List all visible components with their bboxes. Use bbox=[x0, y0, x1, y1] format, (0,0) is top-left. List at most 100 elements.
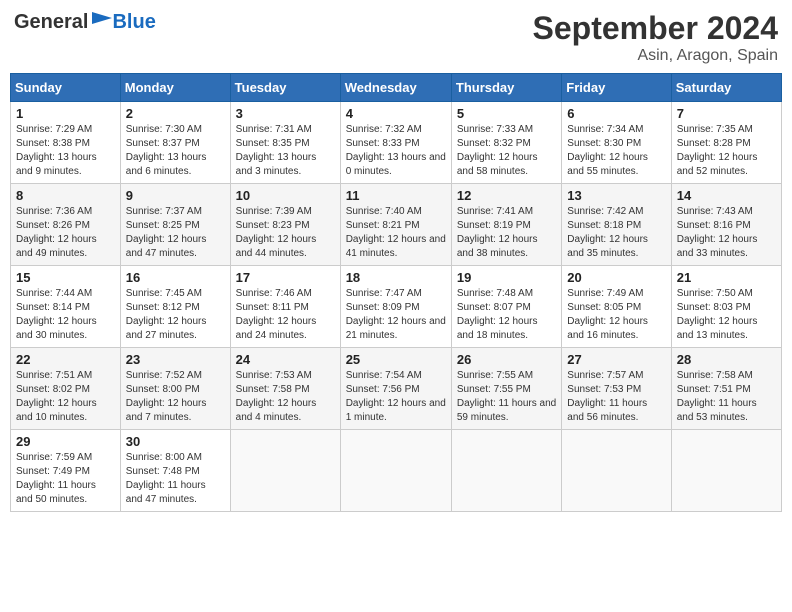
day-info: Sunrise: 7:43 AMSunset: 8:16 PMDaylight:… bbox=[677, 205, 776, 261]
day-number: 20 bbox=[567, 270, 665, 285]
month-year-title: September 2024 bbox=[533, 10, 778, 47]
day-header-tuesday: Tuesday bbox=[230, 74, 340, 102]
day-number: 18 bbox=[346, 270, 446, 285]
day-info: Sunrise: 7:30 AMSunset: 8:37 PMDaylight:… bbox=[126, 123, 225, 179]
day-info: Sunrise: 7:33 AMSunset: 8:32 PMDaylight:… bbox=[457, 123, 556, 179]
day-header-sunday: Sunday bbox=[11, 74, 121, 102]
day-info: Sunrise: 7:35 AMSunset: 8:28 PMDaylight:… bbox=[677, 123, 776, 179]
logo: General Blue bbox=[14, 10, 156, 34]
day-info: Sunrise: 7:40 AMSunset: 8:21 PMDaylight:… bbox=[346, 205, 446, 261]
calendar-cell bbox=[340, 430, 451, 512]
calendar-cell: 7 Sunrise: 7:35 AMSunset: 8:28 PMDaylight… bbox=[671, 102, 781, 184]
day-info: Sunrise: 7:39 AMSunset: 8:23 PMDaylight:… bbox=[236, 205, 335, 261]
logo-blue-text: Blue bbox=[112, 11, 155, 34]
calendar-cell: 19 Sunrise: 7:48 AMSunset: 8:07 PMDayligh… bbox=[451, 266, 561, 348]
calendar-cell: 4 Sunrise: 7:32 AMSunset: 8:33 PMDaylight… bbox=[340, 102, 451, 184]
logo-flag-icon bbox=[90, 10, 112, 28]
calendar-cell: 17 Sunrise: 7:46 AMSunset: 8:11 PMDayligh… bbox=[230, 266, 340, 348]
day-number: 12 bbox=[457, 188, 556, 203]
calendar-cell bbox=[671, 430, 781, 512]
calendar-cell: 20Sunrise: 7:49 AMSunset: 8:05 PMDayligh… bbox=[562, 266, 671, 348]
day-number: 28 bbox=[677, 352, 776, 367]
calendar-cell: 9 Sunrise: 7:37 AMSunset: 8:25 PMDaylight… bbox=[120, 184, 230, 266]
calendar-cell: 10Sunrise: 7:39 AMSunset: 8:23 PMDayligh… bbox=[230, 184, 340, 266]
day-info: Sunrise: 7:45 AMSunset: 8:12 PMDaylight:… bbox=[126, 287, 225, 343]
day-info: Sunrise: 7:31 AMSunset: 8:35 PMDaylight:… bbox=[236, 123, 335, 179]
day-number: 21 bbox=[677, 270, 776, 285]
calendar-header-row: SundayMondayTuesdayWednesdayThursdayFrid… bbox=[11, 74, 782, 102]
day-info: Sunrise: 7:59 AMSunset: 7:49 PMDaylight:… bbox=[16, 451, 115, 507]
day-number: 11 bbox=[346, 188, 446, 203]
calendar-cell: 3 Sunrise: 7:31 AMSunset: 8:35 PMDaylight… bbox=[230, 102, 340, 184]
day-info: Sunrise: 7:55 AMSunset: 7:55 PMDaylight:… bbox=[457, 369, 556, 425]
day-number: 17 bbox=[236, 270, 335, 285]
day-number: 9 bbox=[126, 188, 225, 203]
calendar-cell: 11 Sunrise: 7:40 AMSunset: 8:21 PMDayligh… bbox=[340, 184, 451, 266]
day-number: 1 bbox=[16, 106, 115, 121]
logo-text: General bbox=[14, 10, 112, 34]
calendar-cell: 30Sunrise: 8:00 AMSunset: 7:48 PMDayligh… bbox=[120, 430, 230, 512]
calendar-cell: 29 Sunrise: 7:59 AMSunset: 7:49 PMDayligh… bbox=[11, 430, 121, 512]
calendar-cell: 24 Sunrise: 7:53 AMSunset: 7:58 PMDayligh… bbox=[230, 348, 340, 430]
day-header-saturday: Saturday bbox=[671, 74, 781, 102]
day-info: Sunrise: 7:48 AMSunset: 8:07 PMDaylight:… bbox=[457, 287, 556, 343]
title-block: September 2024 Asin, Aragon, Spain bbox=[533, 10, 778, 65]
calendar-week-row: 1 Sunrise: 7:29 AMSunset: 8:38 PMDaylight… bbox=[11, 102, 782, 184]
day-number: 8 bbox=[16, 188, 115, 203]
day-number: 14 bbox=[677, 188, 776, 203]
calendar-cell: 22 Sunrise: 7:51 AMSunset: 8:02 PMDayligh… bbox=[11, 348, 121, 430]
day-info: Sunrise: 7:34 AMSunset: 8:30 PMDaylight:… bbox=[567, 123, 665, 179]
day-header-friday: Friday bbox=[562, 74, 671, 102]
day-header-wednesday: Wednesday bbox=[340, 74, 451, 102]
day-info: Sunrise: 7:36 AMSunset: 8:26 PMDaylight:… bbox=[16, 205, 115, 261]
day-info: Sunrise: 7:42 AMSunset: 8:18 PMDaylight:… bbox=[567, 205, 665, 261]
calendar-cell: 23 Sunrise: 7:52 AMSunset: 8:00 PMDayligh… bbox=[120, 348, 230, 430]
calendar-cell: 27 Sunrise: 7:57 AMSunset: 7:53 PMDayligh… bbox=[562, 348, 671, 430]
day-header-monday: Monday bbox=[120, 74, 230, 102]
logo-general: General bbox=[14, 11, 88, 33]
calendar-week-row: 8 Sunrise: 7:36 AMSunset: 8:26 PMDaylight… bbox=[11, 184, 782, 266]
day-number: 2 bbox=[126, 106, 225, 121]
day-number: 27 bbox=[567, 352, 665, 367]
day-number: 29 bbox=[16, 434, 115, 449]
day-number: 3 bbox=[236, 106, 335, 121]
day-info: Sunrise: 7:52 AMSunset: 8:00 PMDaylight:… bbox=[126, 369, 225, 425]
day-number: 22 bbox=[16, 352, 115, 367]
day-number: 6 bbox=[567, 106, 665, 121]
calendar-cell: 14 Sunrise: 7:43 AMSunset: 8:16 PMDayligh… bbox=[671, 184, 781, 266]
calendar-week-row: 22 Sunrise: 7:51 AMSunset: 8:02 PMDayligh… bbox=[11, 348, 782, 430]
calendar-cell bbox=[451, 430, 561, 512]
day-info: Sunrise: 7:46 AMSunset: 8:11 PMDaylight:… bbox=[236, 287, 335, 343]
day-number: 24 bbox=[236, 352, 335, 367]
day-number: 16 bbox=[126, 270, 225, 285]
day-info: Sunrise: 7:37 AMSunset: 8:25 PMDaylight:… bbox=[126, 205, 225, 261]
day-number: 23 bbox=[126, 352, 225, 367]
day-info: Sunrise: 7:53 AMSunset: 7:58 PMDaylight:… bbox=[236, 369, 335, 425]
day-info: Sunrise: 7:32 AMSunset: 8:33 PMDaylight:… bbox=[346, 123, 446, 179]
day-info: Sunrise: 7:29 AMSunset: 8:38 PMDaylight:… bbox=[16, 123, 115, 179]
calendar-cell bbox=[230, 430, 340, 512]
day-number: 15 bbox=[16, 270, 115, 285]
calendar-cell: 28Sunrise: 7:58 AMSunset: 7:51 PMDayligh… bbox=[671, 348, 781, 430]
calendar-cell: 26 Sunrise: 7:55 AMSunset: 7:55 PMDayligh… bbox=[451, 348, 561, 430]
day-number: 7 bbox=[677, 106, 776, 121]
day-info: Sunrise: 7:44 AMSunset: 8:14 PMDaylight:… bbox=[16, 287, 115, 343]
location-subtitle: Asin, Aragon, Spain bbox=[533, 47, 778, 65]
day-info: Sunrise: 7:57 AMSunset: 7:53 PMDaylight:… bbox=[567, 369, 665, 425]
calendar-cell: 6 Sunrise: 7:34 AMSunset: 8:30 PMDaylight… bbox=[562, 102, 671, 184]
calendar-cell: 2 Sunrise: 7:30 AMSunset: 8:37 PMDaylight… bbox=[120, 102, 230, 184]
day-number: 19 bbox=[457, 270, 556, 285]
day-number: 4 bbox=[346, 106, 446, 121]
calendar-cell: 16 Sunrise: 7:45 AMSunset: 8:12 PMDayligh… bbox=[120, 266, 230, 348]
calendar-cell: 13 Sunrise: 7:42 AMSunset: 8:18 PMDayligh… bbox=[562, 184, 671, 266]
page-header: General Blue September 2024 Asin, Aragon… bbox=[10, 10, 782, 65]
day-number: 26 bbox=[457, 352, 556, 367]
day-info: Sunrise: 7:51 AMSunset: 8:02 PMDaylight:… bbox=[16, 369, 115, 425]
calendar-cell: 18Sunrise: 7:47 AMSunset: 8:09 PMDayligh… bbox=[340, 266, 451, 348]
day-number: 30 bbox=[126, 434, 225, 449]
calendar-week-row: 29 Sunrise: 7:59 AMSunset: 7:49 PMDayligh… bbox=[11, 430, 782, 512]
day-number: 13 bbox=[567, 188, 665, 203]
calendar-cell: 8 Sunrise: 7:36 AMSunset: 8:26 PMDaylight… bbox=[11, 184, 121, 266]
day-number: 25 bbox=[346, 352, 446, 367]
day-info: Sunrise: 7:41 AMSunset: 8:19 PMDaylight:… bbox=[457, 205, 556, 261]
